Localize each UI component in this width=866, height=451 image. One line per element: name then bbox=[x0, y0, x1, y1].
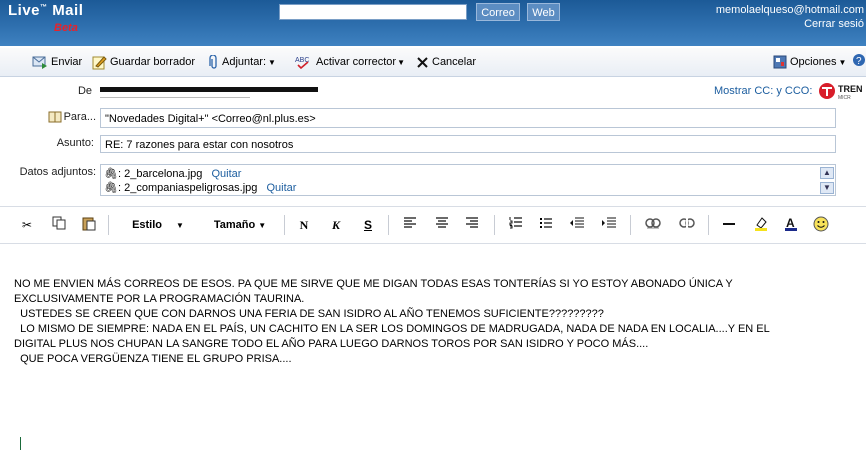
beta-badge: Beta bbox=[54, 22, 78, 34]
subject-field[interactable]: RE: 7 razones para estar con nosotros bbox=[100, 135, 836, 153]
remove-attachment-link[interactable]: Quitar bbox=[211, 168, 241, 180]
insert-link-icon[interactable] bbox=[644, 216, 662, 234]
spellcheck-icon: ABC bbox=[295, 57, 309, 70]
emoticon-icon[interactable] bbox=[812, 216, 830, 234]
align-center-icon[interactable] bbox=[434, 216, 450, 234]
separator bbox=[108, 215, 109, 235]
body-line: LO MISMO DE SIEMPRE: NADA EN EL PAÍS, UN… bbox=[14, 323, 770, 335]
attachment-name: 2_companiaspeligrosas.jpg bbox=[124, 182, 258, 194]
separator bbox=[494, 215, 495, 235]
body-line: NO ME ENVIEN MÁS CORREOS DE ESOS. PA QUE… bbox=[14, 278, 733, 290]
trend-micro-logo: TREN MICR bbox=[818, 81, 866, 104]
separator bbox=[708, 215, 709, 235]
copy-icon[interactable] bbox=[50, 216, 68, 234]
scroll-up-button[interactable]: ▲ bbox=[820, 167, 834, 179]
chevron-down-icon: ▼ bbox=[176, 221, 184, 230]
trend-subtext: MICR bbox=[838, 95, 851, 101]
send-button[interactable]: Enviar bbox=[32, 53, 82, 71]
chevron-down-icon: ▼ bbox=[268, 58, 276, 67]
cancel-button[interactable]: Cancelar bbox=[416, 53, 476, 71]
outdent-icon[interactable] bbox=[568, 216, 586, 234]
body-line: EXCLUSIVAMENTE POR LA PROGRAMACIÓN TAURI… bbox=[14, 293, 305, 305]
paperclip-icon: 🖇 bbox=[104, 168, 118, 180]
formatting-toolbar: ✂ Estilo ▼ Tamaño ▼ N K S A bbox=[0, 206, 866, 244]
live-mail-logo[interactable]: Live™ Mail bbox=[8, 2, 83, 19]
bullet-list-icon[interactable] bbox=[538, 216, 554, 234]
highlight-color-icon[interactable] bbox=[752, 216, 770, 234]
spellcheck-dropdown[interactable]: ABC Activar corrector▼ bbox=[295, 53, 405, 71]
attachments-label: Datos adjuntos: bbox=[19, 166, 96, 178]
separator bbox=[388, 215, 389, 235]
numbered-list-icon[interactable] bbox=[508, 216, 524, 234]
attachment-item: 🖇: 2_companiaspeligrosas.jpg Quitar bbox=[104, 182, 297, 194]
save-draft-button[interactable]: Guardar borrador bbox=[92, 53, 195, 71]
attachment-name: 2_barcelona.jpg bbox=[124, 168, 203, 180]
horizontal-rule-icon[interactable] bbox=[720, 216, 738, 234]
align-right-icon[interactable] bbox=[464, 216, 480, 234]
search-mail-button[interactable]: Correo bbox=[476, 3, 520, 21]
compose-toolbar: Enviar Guardar borrador Adjuntar: ▼ ABC A… bbox=[0, 48, 866, 77]
text-caret bbox=[20, 437, 21, 450]
attachment-item: 🖇: 2_barcelona.jpg Quitar bbox=[104, 168, 242, 180]
svg-text:?: ? bbox=[856, 56, 862, 67]
chevron-down-icon: ▼ bbox=[838, 58, 847, 67]
send-icon bbox=[32, 56, 47, 70]
indent-icon[interactable] bbox=[600, 216, 618, 234]
body-line: QUE POCA VERGÜENZA TIENE EL GRUPO PRISA.… bbox=[14, 353, 292, 365]
from-label: De bbox=[77, 85, 92, 97]
show-cc-bcc-link[interactable]: Mostrar CC: y CCO: bbox=[714, 85, 812, 97]
message-body[interactable]: NO ME ENVIEN MÁS CORREOS DE ESOS. PA QUE… bbox=[14, 277, 854, 367]
to-field[interactable]: "Novedades Digital+" <Correo@nl.plus.es> bbox=[100, 108, 836, 128]
search-web-button[interactable]: Web bbox=[527, 3, 560, 21]
underline-button[interactable]: S bbox=[360, 216, 376, 234]
body-line: USTEDES SE CREEN QUE CON DARNOS UNA FERI… bbox=[14, 308, 604, 320]
font-color-icon[interactable]: A bbox=[782, 216, 800, 234]
remove-link-icon[interactable] bbox=[678, 216, 696, 234]
size-dropdown[interactable]: Tamaño ▼ bbox=[208, 216, 272, 234]
subject-label: Asunto: bbox=[56, 137, 94, 149]
search-input[interactable] bbox=[279, 4, 467, 20]
separator bbox=[284, 215, 285, 235]
paperclip-icon bbox=[209, 54, 217, 69]
app-header: Live™ Mail Beta Correo Web memolaelqueso… bbox=[0, 0, 866, 46]
bold-button[interactable]: N bbox=[296, 216, 312, 234]
remove-attachment-link[interactable]: Quitar bbox=[266, 182, 296, 194]
help-icon[interactable]: ? bbox=[852, 53, 866, 71]
trend-text: TREN bbox=[838, 84, 863, 94]
paste-icon[interactable] bbox=[80, 216, 98, 234]
style-dropdown[interactable]: Estilo ▼ bbox=[130, 216, 186, 234]
cut-icon[interactable]: ✂ bbox=[18, 216, 36, 234]
options-icon bbox=[773, 55, 787, 69]
save-draft-icon bbox=[92, 55, 107, 70]
separator bbox=[630, 215, 631, 235]
italic-button[interactable]: K bbox=[328, 216, 344, 234]
user-email: memolaelqueso@hotmail.com bbox=[715, 4, 864, 16]
to-button[interactable]: Para... bbox=[38, 111, 96, 123]
attach-dropdown[interactable]: Adjuntar: ▼ bbox=[209, 53, 276, 71]
body-line: DIGITAL PLUS NOS CHUPAN LA SANGRE TODO E… bbox=[14, 338, 649, 350]
chevron-down-icon: ▼ bbox=[397, 58, 405, 67]
paperclip-icon: 🖇 bbox=[104, 182, 118, 194]
close-icon bbox=[417, 56, 428, 68]
signout-link[interactable]: Cerrar sesió bbox=[804, 18, 864, 30]
options-dropdown[interactable]: Opciones ▼ bbox=[773, 53, 846, 71]
chevron-down-icon: ▼ bbox=[258, 221, 267, 230]
scroll-down-button[interactable]: ▼ bbox=[820, 182, 834, 194]
attachments-list: 🖇: 2_barcelona.jpg Quitar 🖇: 2_companias… bbox=[100, 164, 836, 196]
address-book-icon bbox=[48, 111, 62, 123]
svg-text:A: A bbox=[786, 216, 795, 230]
redaction-bar bbox=[100, 87, 318, 92]
align-left-icon[interactable] bbox=[402, 216, 418, 234]
